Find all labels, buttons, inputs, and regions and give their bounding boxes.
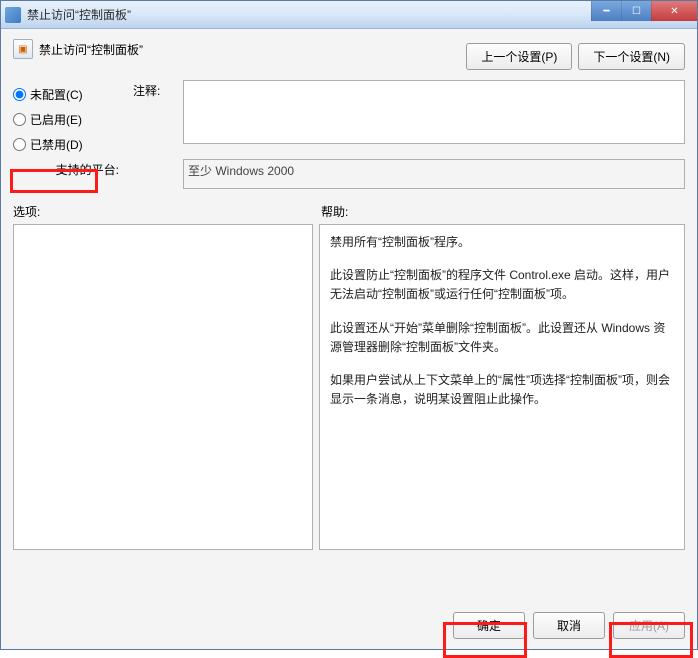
help-p3: 如果用户尝试从上下文菜单上的“属性”项选择“控制面板”项，则会显示一条消息，说明… [330,371,674,409]
radio-disabled-label: 已禁用(D) [30,136,83,153]
radio-disabled-input[interactable] [13,138,26,151]
titlebar: 禁止访问“控制面板” ━ ☐ ✕ [1,1,697,29]
radio-enabled[interactable]: 已启用(E) [13,111,113,128]
help-label: 帮助: [321,203,348,220]
platform-row: 支持的平台: [13,159,685,189]
nav-buttons: 上一个设置(P) 下一个设置(N) [466,43,685,70]
policy-title: 禁止访问“控制面板” [39,41,143,58]
client-area: ▣ 禁止访问“控制面板” 上一个设置(P) 下一个设置(N) 未配置(C) 已启… [1,29,697,649]
header-row: ▣ 禁止访问“控制面板” 上一个设置(P) 下一个设置(N) [13,39,685,70]
header-left: ▣ 禁止访问“控制面板” [13,39,143,59]
state-radio-group: 未配置(C) 已启用(E) 已禁用(D) [13,80,123,153]
maximize-button[interactable]: ☐ [621,1,651,21]
comment-label: 注释: [133,80,173,99]
help-panel[interactable]: 禁用所有“控制面板”程序。 此设置防止“控制面板”的程序文件 Control.e… [319,224,685,550]
ok-button[interactable]: 确定 [453,612,525,639]
next-setting-button[interactable]: 下一个设置(N) [578,43,685,70]
radio-enabled-input[interactable] [13,113,26,126]
help-p2: 此设置还从“开始”菜单删除“控制面板”。此设置还从 Windows 资源管理器删… [330,319,674,357]
comment-textarea[interactable] [183,80,685,144]
app-icon [5,7,21,23]
state-comment-row: 未配置(C) 已启用(E) 已禁用(D) 注释: [13,80,685,153]
help-p0: 禁用所有“控制面板”程序。 [330,233,674,252]
platform-textarea [183,159,685,189]
options-label: 选项: [13,203,321,220]
mid-labels: 选项: 帮助: [13,203,685,220]
cancel-button[interactable]: 取消 [533,612,605,639]
platform-label: 支持的平台: [13,159,123,178]
apply-button[interactable]: 应用(A) [613,612,685,639]
window-controls: ━ ☐ ✕ [591,1,697,21]
window-title: 禁止访问“控制面板” [27,6,131,23]
radio-enabled-label: 已启用(E) [30,111,82,128]
radio-disabled[interactable]: 已禁用(D) [13,136,113,153]
radio-not-configured[interactable]: 未配置(C) [13,86,113,103]
radio-not-configured-label: 未配置(C) [30,86,83,103]
radio-not-configured-input[interactable] [13,88,26,101]
minimize-button[interactable]: ━ [591,1,621,21]
close-button[interactable]: ✕ [651,1,697,21]
footer-buttons: 确定 取消 应用(A) [453,612,685,639]
policy-icon: ▣ [13,39,33,59]
panels: 禁用所有“控制面板”程序。 此设置防止“控制面板”的程序文件 Control.e… [13,224,685,550]
options-panel[interactable] [13,224,313,550]
help-p1: 此设置防止“控制面板”的程序文件 Control.exe 启动。这样，用户无法启… [330,266,674,304]
prev-setting-button[interactable]: 上一个设置(P) [466,43,572,70]
